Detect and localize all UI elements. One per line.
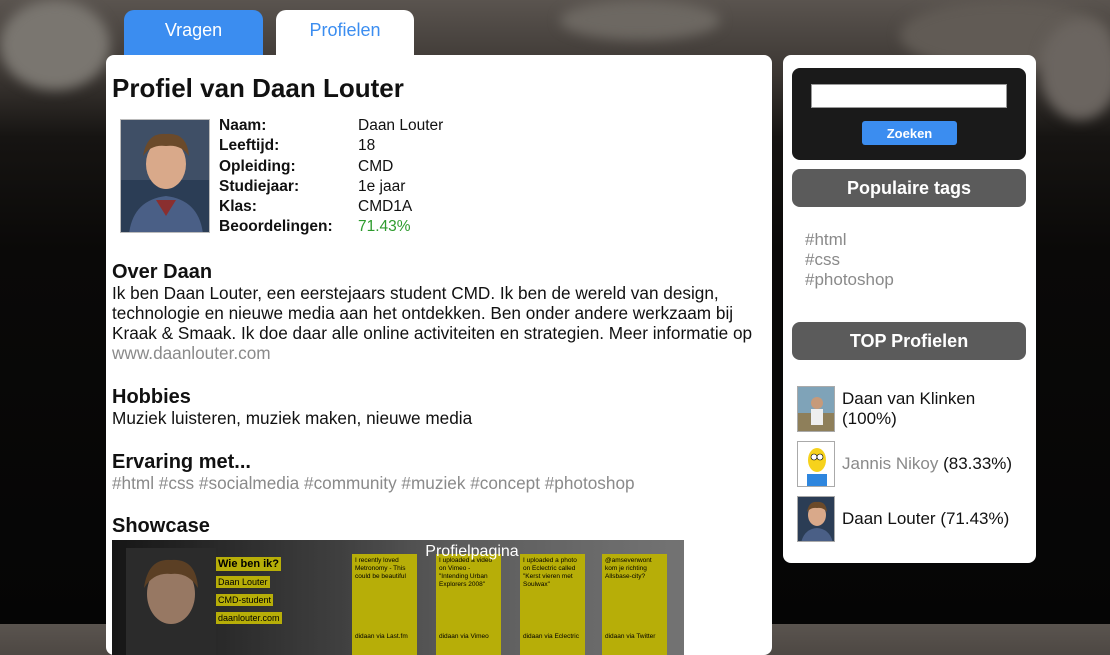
detail-value: Daan Louter (358, 117, 444, 134)
avatar (797, 496, 835, 542)
about-text: Ik ben Daan Louter, een eerstejaars stud… (112, 283, 762, 363)
avatar (797, 441, 835, 487)
top-profile-name: Jannis Nikoy (842, 454, 939, 473)
popular-tags-header: Populaire tags (792, 169, 1026, 207)
detail-value: 18 (358, 137, 376, 155)
tag-link[interactable]: #photoshop (805, 270, 894, 290)
tab-vragen[interactable]: Vragen (124, 10, 263, 56)
website-link[interactable]: www.daanlouter.com (112, 343, 271, 363)
top-profiles-header: TOP Profielen (792, 322, 1026, 360)
detail-row-beoordelingen: Beoordelingen: 71.43% (219, 218, 443, 238)
showcase-section: Showcase (112, 515, 210, 537)
top-profile-text: Daan van Klinken (100%) (842, 389, 975, 429)
detail-label: Leeftijd: (219, 137, 280, 155)
experience-tags[interactable]: #html #css #socialmedia #community #muzi… (112, 473, 635, 493)
top-profile-text: Jannis Nikoy (83.33%) (842, 454, 1012, 474)
tab-profielen[interactable]: Profielen (276, 10, 414, 56)
detail-row-klas: Klas: CMD1A (219, 198, 443, 218)
top-profile-score: (71.43%) (940, 509, 1010, 528)
detail-label: Studiejaar: (219, 177, 300, 195)
top-profile-item[interactable]: Daan Louter (71.43%) (797, 496, 1009, 542)
search-button[interactable]: Zoeken (862, 121, 957, 145)
experience-heading: Ervaring met... (112, 451, 251, 473)
profile-details: Naam: Daan Louter Leeftijd: 18 Opleiding: C… (219, 117, 443, 239)
top-profile-name: Daan van Klinken (842, 389, 976, 408)
showcase-overlay-label: Profielpagina (425, 543, 519, 560)
about-heading: Over Daan (112, 261, 213, 283)
top-profile-name: Daan Louter (842, 509, 936, 528)
detail-value: CMD1A (358, 198, 413, 216)
tab-vragen-label: Vragen (164, 19, 223, 40)
search-input[interactable] (811, 84, 1007, 108)
detail-label: Klas: (219, 198, 257, 216)
about-section: Over Daan Ik ben Daan Louter, een eerste… (112, 261, 762, 363)
showcase-image[interactable]: Wie ben ik? Daan Louter CMD-student daan… (112, 540, 684, 655)
experience-section: Ervaring met... #html #css #socialmedia … (112, 451, 635, 493)
rating-value: 71.43% (358, 218, 411, 236)
top-profile-score: (100%) (842, 409, 897, 428)
sidebar: Zoeken Populaire tags #html #css #photos… (783, 55, 1036, 563)
top-profile-item[interactable]: Jannis Nikoy (83.33%) (797, 441, 1012, 487)
top-profile-score: (83.33%) (943, 454, 1013, 473)
page-title: Profiel van Daan Louter (112, 73, 404, 103)
tag-link[interactable]: #css (805, 250, 894, 270)
top-profile-text: Daan Louter (71.43%) (842, 509, 1009, 529)
detail-value: 1e jaar (358, 177, 406, 195)
about-body: Ik ben Daan Louter, een eerstejaars stud… (112, 283, 753, 343)
hobbies-section: Hobbies Muziek luisteren, muziek maken, … (112, 386, 472, 428)
search-panel: Zoeken (792, 68, 1026, 160)
detail-label: Opleiding: (219, 157, 296, 175)
tag-link[interactable]: #html (805, 230, 894, 250)
showcase-heading: Showcase (112, 515, 210, 537)
detail-row-naam: Naam: Daan Louter (219, 117, 443, 137)
detail-row-studiejaar: Studiejaar: 1e jaar (219, 178, 443, 198)
detail-value: CMD (358, 157, 394, 175)
detail-label: Naam: (219, 117, 267, 134)
tab-profielen-label: Profielen (309, 19, 381, 40)
top-profile-item[interactable]: Daan van Klinken (100%) (797, 386, 975, 432)
detail-label: Beoordelingen: (219, 218, 333, 236)
avatar (797, 386, 835, 432)
popular-tags-list: #html #css #photoshop (805, 230, 894, 290)
detail-row-opleiding: Opleiding: CMD (219, 158, 443, 178)
profile-photo (120, 119, 210, 233)
profile-panel: Profiel van Daan Louter Naam: Daan Louter… (106, 55, 772, 655)
detail-row-leeftijd: Leeftijd: 18 (219, 137, 443, 157)
hobbies-heading: Hobbies (112, 386, 191, 408)
hobbies-text: Muziek luisteren, muziek maken, nieuwe m… (112, 408, 473, 428)
